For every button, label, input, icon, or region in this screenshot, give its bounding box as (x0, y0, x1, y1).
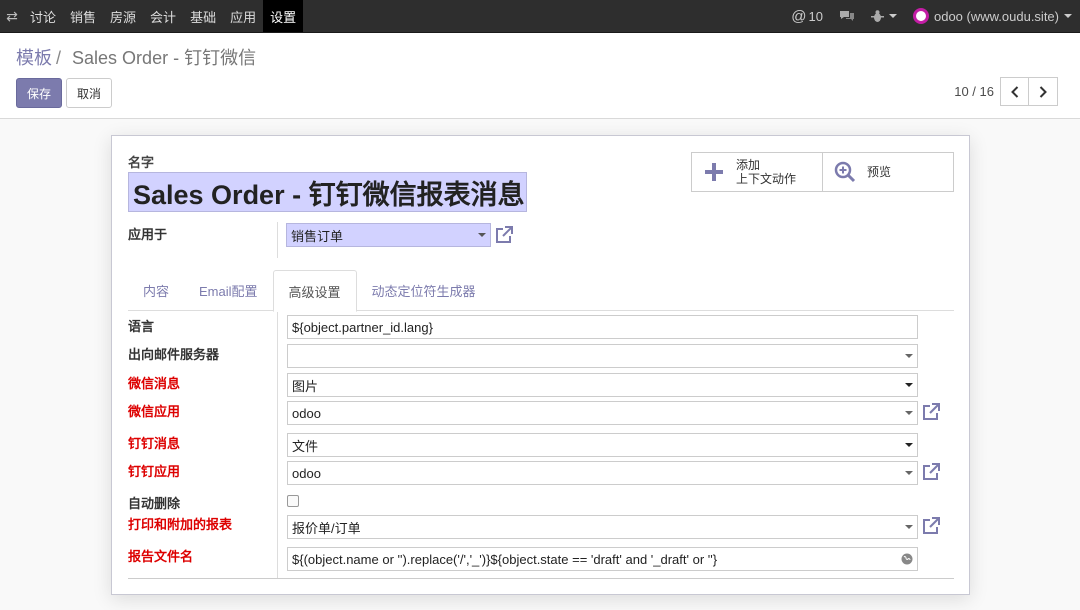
breadcrumb-separator: / (56, 48, 62, 68)
chevron-down-icon (905, 471, 913, 475)
mentions-button[interactable]: @ 10 (783, 0, 831, 32)
external-link-icon[interactable] (494, 225, 514, 245)
apply-to-value: 销售订单 (291, 228, 344, 244)
chevron-down-icon (905, 525, 913, 529)
report-value: 报价单/订单 (292, 520, 361, 536)
menu-item-property[interactable]: 房源 (103, 0, 143, 32)
mentions-count: 10 (808, 8, 823, 24)
button-box: 添加 上下文动作 预览 (691, 152, 954, 192)
external-link-icon[interactable] (921, 516, 941, 536)
add-context-line2: 上下文动作 (736, 172, 797, 186)
apply-to-label: 应用于 (128, 227, 168, 242)
dingtalk-app-value: odoo (292, 465, 321, 481)
dingtalk-message-select[interactable]: 文件 (287, 433, 918, 457)
chevron-down-icon (1064, 14, 1072, 18)
wechat-app-select[interactable]: odoo (287, 401, 918, 425)
top-navbar: ⇄ 讨论 销售 房源 会计 基础 应用 设置 @ 10 odoo (www.ou… (0, 0, 1080, 33)
chevron-down-icon (905, 383, 913, 387)
apps-toggle-icon[interactable]: ⇄ (1, 8, 23, 25)
form-sheet: 名字 Sales Order - 钉钉微信报表消息 添加 上下文动作 预览 应用… (111, 135, 970, 595)
dingtalk-message-label: 钉钉消息 (128, 436, 181, 451)
messages-button[interactable] (831, 0, 863, 32)
wechat-message-label: 微信消息 (128, 376, 181, 391)
breadcrumb-current: Sales Order - 钉钉微信 (72, 48, 257, 68)
menu-item-base[interactable]: 基础 (183, 0, 223, 32)
wechat-message-select[interactable]: 图片 (287, 373, 918, 397)
tab-advanced-settings[interactable]: 高级设置 (272, 270, 357, 312)
report-name-label: 报告文件名 (128, 549, 194, 564)
breadcrumb-parent[interactable]: 模板 (16, 48, 52, 68)
breadcrumb: 模板 / Sales Order - 钉钉微信 (16, 44, 256, 70)
external-link-icon[interactable] (921, 402, 941, 422)
wechat-app-value: odoo (292, 405, 321, 421)
pager: 10 / 16 (954, 77, 1058, 106)
chat-bubbles-icon (839, 10, 854, 21)
external-link-icon[interactable] (921, 462, 941, 482)
control-panel: 模板 / Sales Order - 钉钉微信 保存 取消 10 / 16 (0, 33, 1080, 119)
report-name-input[interactable]: ${(object.name or '').replace('/','_')}$… (287, 547, 918, 571)
at-icon: @ (791, 7, 807, 25)
chevron-down-icon (905, 443, 913, 447)
menu-item-accounting[interactable]: 会计 (143, 0, 183, 32)
add-context-action-button[interactable]: 添加 上下文动作 (692, 153, 822, 191)
dingtalk-app-select[interactable]: odoo (287, 461, 918, 485)
user-menu[interactable]: odoo (www.oudu.site) (905, 0, 1080, 32)
add-context-line1: 添加 (736, 158, 761, 172)
dingtalk-message-value: 文件 (292, 438, 319, 454)
report-label: 打印和附加的报表 (128, 517, 233, 532)
apply-to-select[interactable]: 销售订单 (286, 223, 491, 247)
pager-previous-button[interactable] (1000, 77, 1029, 106)
divider (277, 312, 278, 578)
mail-server-select[interactable] (287, 344, 918, 368)
wechat-message-value: 图片 (292, 378, 319, 394)
user-name: odoo (www.oudu.site) (933, 8, 1059, 24)
pager-value[interactable]: 10 / 16 (954, 84, 994, 99)
divider (277, 222, 278, 258)
chevron-down-icon (905, 354, 913, 358)
menu-item-discuss[interactable]: 讨论 (23, 0, 63, 32)
tab-email-config[interactable]: Email配置 (184, 270, 273, 311)
menu-item-settings[interactable]: 设置 (263, 0, 304, 32)
divider (128, 578, 954, 579)
notebook-tabs: 内容 Email配置 高级设置 动态定位符生成器 (128, 270, 954, 312)
lang-input[interactable]: ${object.partner_id.lang} (287, 315, 918, 339)
name-label: 名字 (128, 155, 155, 170)
wechat-app-label: 微信应用 (128, 404, 181, 419)
menu-item-apps[interactable]: 应用 (223, 0, 263, 32)
mail-server-label: 出向邮件服务器 (128, 347, 220, 362)
chevron-right-icon (1039, 85, 1047, 98)
bug-icon (870, 9, 884, 22)
preview-label: 预览 (867, 165, 892, 179)
report-select[interactable]: 报价单/订单 (287, 515, 918, 539)
save-button[interactable]: 保存 (16, 78, 62, 108)
avatar (912, 8, 929, 24)
auto-delete-label: 自动删除 (128, 496, 181, 511)
auto-delete-checkbox[interactable] (287, 495, 299, 507)
report-name-value: ${(object.name or '').replace('/','_')}$… (292, 551, 718, 567)
preview-button[interactable]: 预览 (822, 153, 953, 191)
cancel-button[interactable]: 取消 (66, 78, 112, 108)
name-input[interactable]: Sales Order - 钉钉微信报表消息 (128, 172, 527, 212)
pager-next-button[interactable] (1029, 77, 1058, 106)
tab-content[interactable]: 内容 (128, 270, 184, 311)
chevron-down-icon (905, 411, 913, 415)
main-menu: 讨论 销售 房源 会计 基础 应用 设置 (23, 0, 304, 32)
lang-label: 语言 (128, 319, 155, 334)
chevron-left-icon (1010, 85, 1018, 98)
plus-icon (702, 160, 726, 184)
globe-icon[interactable] (901, 553, 913, 565)
menu-item-sales[interactable]: 销售 (63, 0, 103, 32)
zoom-in-icon (833, 160, 857, 184)
dingtalk-app-label: 钉钉应用 (128, 464, 181, 479)
tab-placeholder-generator[interactable]: 动态定位符生成器 (357, 270, 491, 311)
debug-menu-button[interactable] (863, 0, 905, 32)
chevron-down-icon (888, 14, 897, 18)
chevron-down-icon (478, 233, 486, 237)
